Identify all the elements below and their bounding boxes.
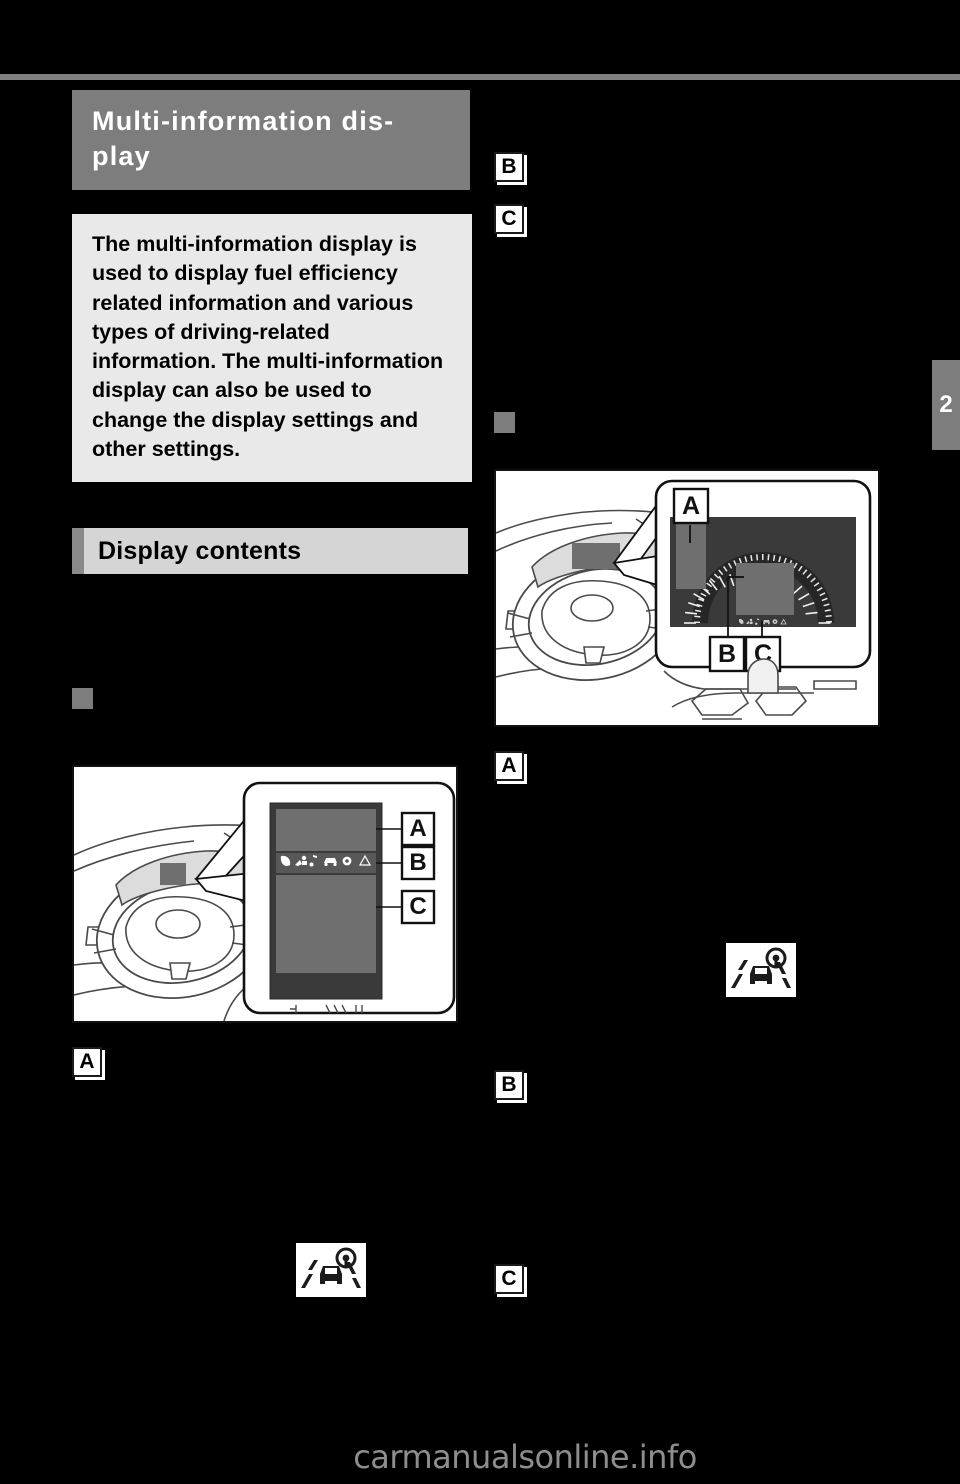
subheading-accent-bar [72,528,84,575]
body-text-block-r3 [494,789,894,939]
subheading-display-contents: Display contents [72,528,468,575]
page-title: Multi-information dis-play [72,90,470,191]
body-text-block-r1 [494,90,894,152]
footer-watermark: carmanualsonline.info [353,1438,697,1476]
svg-text:A: A [682,492,700,520]
body-text-block-r5 [494,1108,894,1264]
badge-c: C [494,204,524,234]
badge-row-b-bottom: B [494,1070,894,1104]
svg-text:A: A [409,815,426,842]
badge-a-2: A [494,751,524,781]
chapter-tab: 2 [932,360,960,450]
badge-row-c-top: C [494,204,894,238]
intro-callout: The multi-information display is used to… [72,214,472,483]
body-text-block-1 [72,604,472,688]
square-bullet-icon [72,688,93,710]
square-bullet-icon-2 [494,412,515,433]
badge-b: B [494,152,524,182]
svg-text:C: C [409,893,426,920]
badge-row-c-bottom: C [494,1264,894,1298]
badge-b-2: B [494,1070,524,1100]
lane-departure-alert-icon-2 [726,943,796,997]
badge-row-a-left: A [72,1047,472,1081]
figure-speedometer-display: A B C [494,469,880,727]
badge-a: A [72,1047,102,1078]
badge-c-2: C [494,1264,524,1294]
subheading-label: Display contents [84,528,468,575]
body-text-block-r4 [494,1002,894,1070]
badge-row-a-right: A [494,751,894,785]
figure-2-wrap: A B C [494,469,894,727]
lane-departure-alert-icon [296,1243,366,1298]
body-text-block-2 [72,745,472,765]
figure-1-artwork: A B C [74,767,456,1022]
body-text-block-3 [72,1085,472,1235]
svg-text:B: B [409,849,426,876]
page-top-rule [0,74,960,80]
right-column: B C A B C A B C [494,90,894,1302]
svg-text:B: B [718,640,736,668]
figure-1-wrap: A B C [72,765,472,1024]
inline-icon-row-left [296,1243,472,1302]
inline-icon-row-right [726,943,894,1002]
spacer-r1 [494,190,894,204]
figure-2-artwork: A B C [496,471,878,725]
section-marker-1 [72,688,472,710]
badge-row-b-top: B [494,152,894,186]
figure-instrument-display: A B C [72,765,458,1024]
body-text-block-r2 [494,242,894,412]
section-marker-2 [494,412,894,433]
left-column: Multi-information dis-play The multi-inf… [72,90,472,1302]
